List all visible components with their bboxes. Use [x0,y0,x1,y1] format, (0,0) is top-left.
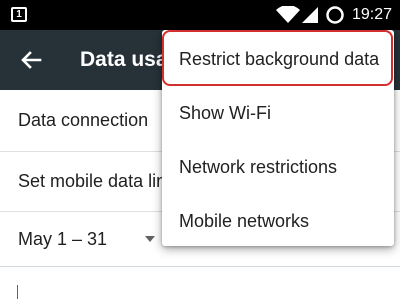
caret-down-icon [145,236,155,242]
notification-badge: 1 [16,9,22,20]
page-title: Data usa [80,48,168,71]
menu-item-show-wifi[interactable]: Show Wi-Fi [162,86,394,140]
clock-time: 19:27 [352,6,393,23]
battery-saver-icon [326,6,344,24]
divider [0,266,400,267]
notification-icon: 1 [11,7,27,22]
overflow-menu: Restrict background data Show Wi-Fi Netw… [162,30,394,246]
signal-icon [302,7,318,23]
cycle-label: May 1 – 31 [18,229,108,249]
wifi-icon [276,6,300,23]
menu-item-mobile-networks[interactable]: Mobile networks [162,194,394,248]
arrow-left-icon[interactable] [18,47,44,73]
menu-item-restrict-background-data[interactable]: Restrict background data [162,32,394,86]
status-bar: 1 19:27 [0,0,400,30]
data-connection-label: Data connection [18,110,149,130]
set-mobile-data-limit-label: Set mobile data lin [18,171,167,191]
text-cursor [17,285,18,299]
menu-item-network-restrictions[interactable]: Network restrictions [162,140,394,194]
